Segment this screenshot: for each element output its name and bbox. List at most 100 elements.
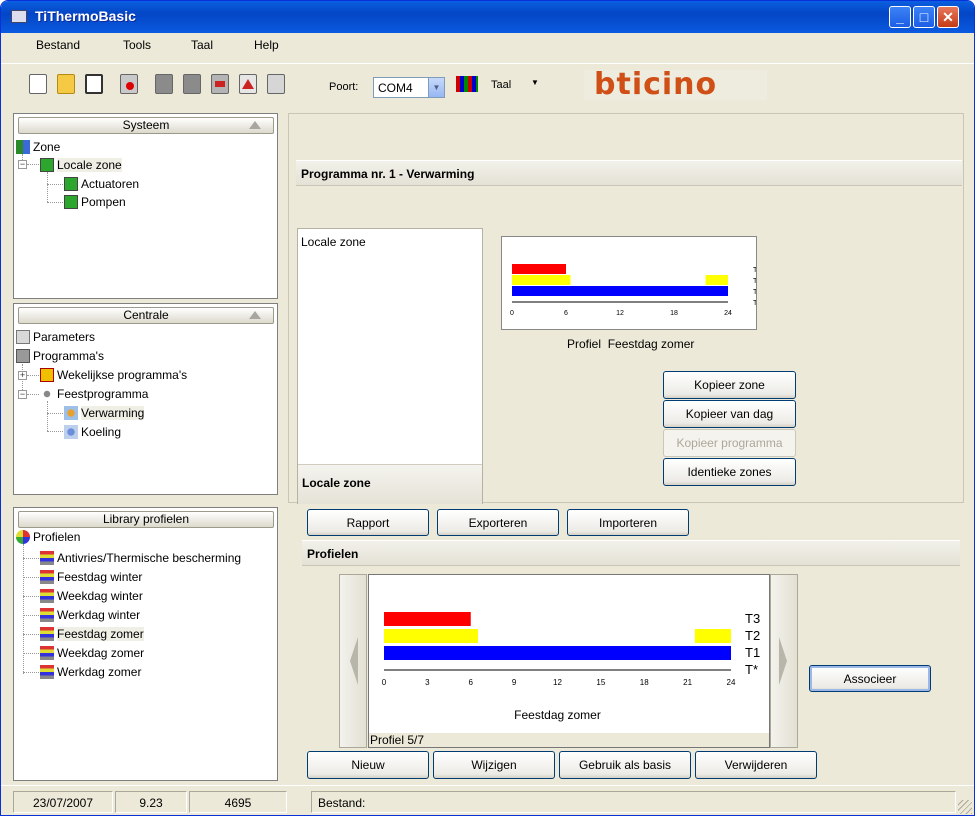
tree-item-parameters[interactable]: Parameters	[16, 330, 95, 344]
kopieer-zone-button[interactable]: Kopieer zone	[663, 371, 796, 399]
previous-profile-button[interactable]	[339, 574, 367, 748]
tree-item-locale-zone[interactable]: Locale zone	[40, 158, 122, 172]
title-bar[interactable]: TiThermoBasic _ □ ✕	[1, 1, 974, 33]
tick-label-15: 15	[596, 678, 605, 687]
collapse-toggle[interactable]: −	[18, 390, 27, 399]
verwijderen-button[interactable]: Verwijderen	[695, 751, 817, 779]
port-label: Poort:	[329, 81, 359, 93]
chevron-down-icon[interactable]: ▼	[428, 78, 444, 97]
save-button[interactable]	[85, 74, 103, 94]
profile-icon	[40, 646, 54, 660]
tick-label-18: 18	[670, 310, 678, 317]
wijzigen-button[interactable]: Wijzigen	[433, 751, 555, 779]
menu-bar: Bestand Tools Taal Help	[1, 34, 974, 56]
send-button[interactable]	[155, 74, 173, 94]
tree-item-feestdag-zomer[interactable]: Feestdag zomer	[40, 627, 144, 641]
tree-item-actuatoren[interactable]: Actuatoren	[64, 177, 139, 191]
gebruik-als-basis-button[interactable]: Gebruik als basis	[559, 751, 691, 779]
actuator-icon	[64, 177, 78, 191]
tree-item-weekdag-winter[interactable]: Weekdag winter	[40, 589, 143, 603]
bar-t1-0	[384, 646, 731, 660]
upload-button[interactable]	[239, 74, 257, 94]
associeer-button[interactable]: Associeer	[809, 665, 931, 692]
level-label-t1: T1	[753, 289, 757, 296]
large-profile-chart: T3 T2 T1 T* 0 3 6 9 12 15 18 21 24 Feestdag zomer	[369, 575, 769, 733]
pump-icon	[64, 195, 78, 209]
menu-taal[interactable]: Taal	[191, 38, 213, 52]
nieuw-button[interactable]: Nieuw	[307, 751, 429, 779]
tree-item-profielen[interactable]: Profielen	[16, 530, 80, 544]
tree-item-verwarming[interactable]: Verwarming	[64, 406, 145, 420]
programs-icon	[16, 349, 30, 363]
toolbar: Poort: COM4 ▼ Taal ▼ bticino	[1, 63, 974, 103]
tick-label-12: 12	[616, 310, 624, 317]
tick-label-24: 24	[727, 678, 736, 687]
small-profile-chart: T3 T2 T1 T* 0 6 12 18 24	[501, 236, 757, 330]
open-folder-button[interactable]	[57, 74, 75, 94]
zone-list[interactable]: Locale zone Locale zone	[297, 228, 483, 504]
delete-button[interactable]	[120, 74, 138, 94]
new-file-icon	[29, 74, 47, 94]
port-value: COM4	[378, 81, 413, 95]
heating-icon	[64, 406, 78, 420]
status-time: 9.23	[115, 791, 187, 813]
tree-item-zone[interactable]: Zone	[16, 140, 60, 154]
rapport-button[interactable]: Rapport	[307, 509, 429, 536]
thermostat-icon	[40, 387, 54, 401]
profielen-area: Rapport Exporteren Importeren Profielen …	[288, 505, 964, 781]
status-bar: 23/07/2007 9.23 4695 Bestand:	[1, 785, 974, 815]
kopieer-programma-button[interactable]: Kopieer programma	[663, 429, 796, 457]
collapse-toggle[interactable]: −	[18, 160, 27, 169]
taal-dropdown-icon[interactable]: ▼	[531, 78, 539, 87]
taal-label[interactable]: Taal	[491, 79, 511, 91]
app-icon	[11, 10, 27, 23]
tree-item-koeling[interactable]: Koeling	[64, 425, 121, 439]
zone-icon	[16, 140, 30, 154]
tree-item-antivries[interactable]: Antivries/Thermische bescherming	[40, 551, 241, 565]
new-file-button[interactable]	[29, 74, 47, 94]
resize-grip[interactable]	[958, 800, 972, 814]
tree-item-weekdag-zomer[interactable]: Weekdag zomer	[40, 646, 144, 660]
tree-item-werkdag-zomer[interactable]: Werkdag zomer	[40, 665, 141, 679]
tree-item-programmas[interactable]: Programma's	[16, 349, 104, 363]
menu-tools[interactable]: Tools	[123, 38, 151, 52]
programma-title: Programma nr. 1 - Verwarming	[296, 160, 962, 186]
tree-item-werkdag-winter[interactable]: Werkdag winter	[40, 608, 140, 622]
flag-icon[interactable]	[456, 76, 478, 92]
importeren-button[interactable]: Importeren	[567, 509, 689, 536]
minimize-button[interactable]: _	[889, 6, 911, 28]
port-select[interactable]: COM4 ▼	[373, 77, 445, 98]
systeem-header[interactable]: Systeem	[18, 117, 274, 134]
receive-button[interactable]	[183, 74, 201, 94]
transfer-icon	[211, 74, 229, 94]
cooling-icon	[64, 425, 78, 439]
menu-bestand[interactable]: Bestand	[36, 38, 80, 52]
exporteren-button[interactable]: Exporteren	[437, 509, 559, 536]
library-header[interactable]: Library profielen	[18, 511, 274, 528]
report-icon	[267, 74, 285, 94]
tree-item-feestdag-winter[interactable]: Feestdag winter	[40, 570, 142, 584]
status-value: 4695	[189, 791, 287, 813]
tree-item-feestprogramma[interactable]: Feestprogramma	[40, 387, 148, 401]
next-profile-button[interactable]	[770, 574, 798, 748]
zone-list-item[interactable]: Locale zone	[301, 235, 366, 249]
report-button[interactable]	[267, 74, 285, 94]
expand-toggle[interactable]: +	[18, 371, 27, 380]
transfer-button[interactable]	[211, 74, 229, 94]
close-button[interactable]: ✕	[937, 6, 959, 28]
close-icon: ✕	[942, 9, 954, 25]
tick-label-18: 18	[640, 678, 649, 687]
zone-list-footer: Locale zone	[298, 464, 482, 504]
bar-t2-0	[384, 629, 478, 643]
maximize-button[interactable]: □	[913, 6, 935, 28]
centrale-header[interactable]: Centrale	[18, 307, 274, 324]
tree-item-wekelijkse[interactable]: Wekelijkse programma's	[40, 368, 187, 382]
minimize-icon: _	[896, 9, 904, 25]
tree-item-pompen[interactable]: Pompen	[64, 195, 126, 209]
kopieer-van-dag-button[interactable]: Kopieer van dag	[663, 400, 796, 428]
menu-help[interactable]: Help	[254, 38, 279, 52]
profile-caption-value: Feestdag zomer	[607, 337, 695, 351]
bar-t2-0	[512, 275, 571, 285]
identieke-zones-button[interactable]: Identieke zones	[663, 458, 796, 486]
send-icon	[155, 74, 173, 94]
